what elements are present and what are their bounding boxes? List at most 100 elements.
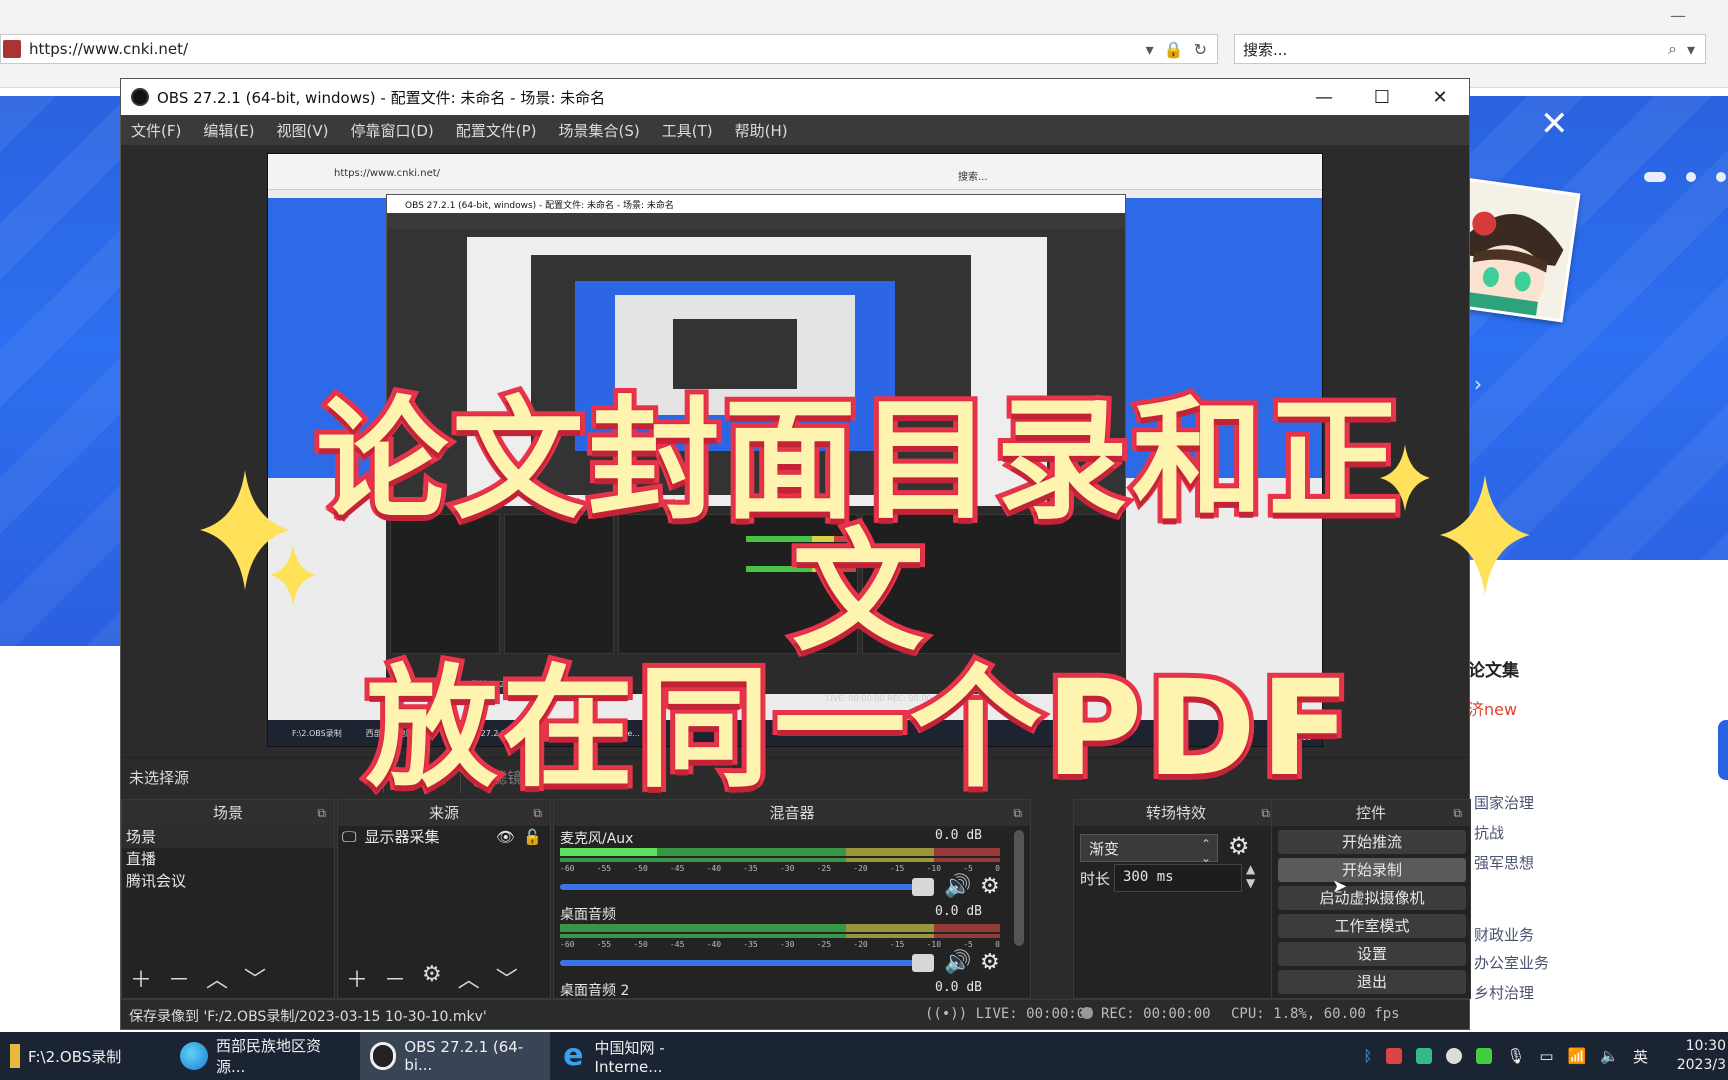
ime-indicator[interactable]: 英	[1633, 1046, 1648, 1067]
add-icon[interactable]: ＋	[130, 962, 152, 994]
bluetooth-icon[interactable]: ᛒ	[1363, 1047, 1372, 1065]
volume-icon[interactable]: 🔈	[1600, 1047, 1619, 1065]
gear-icon[interactable]: ⚙	[1228, 832, 1250, 860]
move-up-icon[interactable]: ︿	[206, 962, 228, 994]
menu-scene-collection[interactable]: 场景集合(S)	[559, 120, 640, 141]
start-virtual-camera-button[interactable]: 启动虚拟摄像机	[1278, 886, 1466, 910]
scenes-header[interactable]: 场景 ⧉	[122, 800, 334, 826]
search-placeholder[interactable]: 搜索...	[1243, 39, 1668, 60]
monitor-icon: 🖵	[342, 828, 357, 846]
scene-item[interactable]: 直播	[122, 848, 334, 870]
carousel-next-icon[interactable]: ›	[1474, 372, 1482, 396]
address-bar[interactable]: https://www.cnki.net/ ▾ 🔒 ↻	[0, 34, 1218, 64]
speaker-icon[interactable]: 🔊	[944, 950, 971, 975]
gear-icon[interactable]: ⚙	[422, 962, 442, 994]
taskbar-edge[interactable]: 西部民族地区资源...	[170, 1032, 360, 1080]
volume-slider[interactable]	[560, 884, 932, 890]
lock-icon[interactable]: 🔓	[523, 826, 542, 848]
wifi-icon[interactable]: 📶	[1568, 1047, 1587, 1065]
start-streaming-button[interactable]: 开始推流	[1278, 830, 1466, 854]
volume-slider-handle[interactable]	[912, 878, 934, 896]
hero-close-icon[interactable]: ✕	[1540, 104, 1569, 144]
move-down-icon[interactable]: ﹀	[496, 962, 518, 994]
carousel-dot[interactable]	[1686, 172, 1696, 182]
browser-minimize-button[interactable]: —	[1670, 6, 1686, 25]
move-up-icon[interactable]: ︿	[458, 962, 480, 994]
address-url[interactable]: https://www.cnki.net/	[29, 40, 1146, 58]
spinner-icon: ⌃ ⌄	[1200, 837, 1211, 865]
dropdown-arrow-icon[interactable]: ▾	[1146, 40, 1154, 59]
side-item[interactable]: 财政业务	[1474, 924, 1534, 945]
browser-search-box[interactable]: 搜索... ⌕ ▾	[1234, 34, 1706, 64]
menu-edit[interactable]: 编辑(E)	[203, 120, 254, 141]
carousel-dot[interactable]	[1716, 172, 1726, 182]
taskbar-obs[interactable]: OBS 27.2.1 (64-bi...	[360, 1032, 550, 1080]
menu-docks[interactable]: 停靠窗口(D)	[351, 120, 434, 141]
taskbar-explorer[interactable]: F:\2.OBS录制	[0, 1032, 170, 1080]
scene-item[interactable]: 场景	[122, 826, 334, 848]
tick: -45	[669, 940, 685, 949]
source-item[interactable]: 🖵 显示器采集 👁 🔓	[338, 826, 550, 848]
app-tray-icon[interactable]	[1416, 1048, 1433, 1064]
clock[interactable]: 10:30 2023/3	[1662, 1037, 1726, 1075]
search-dropdown-icon[interactable]: ▾	[1687, 40, 1695, 59]
close-button[interactable]: ✕	[1411, 87, 1469, 108]
taskbar-ie[interactable]: e 中国知网 - Interne...	[550, 1032, 740, 1080]
side-item[interactable]: 抗战	[1474, 822, 1504, 843]
cnki-favicon-icon	[3, 40, 21, 58]
undock-icon[interactable]: ⧉	[317, 800, 326, 826]
menu-help[interactable]: 帮助(H)	[735, 120, 788, 141]
volume-slider[interactable]	[560, 960, 932, 966]
sources-dock: 来源 ⧉ 🖵 显示器采集 👁 🔓 ＋ － ⚙ ︿ ﹀	[337, 799, 551, 999]
refresh-icon[interactable]: ↻	[1194, 40, 1207, 59]
duration-stepper-icon[interactable]: ▲ ▼	[1246, 862, 1255, 890]
tick: -35	[743, 864, 758, 873]
remove-icon[interactable]: －	[168, 962, 190, 994]
maximize-button[interactable]: ☐	[1353, 87, 1411, 108]
move-down-icon[interactable]: ﹀	[244, 962, 266, 994]
app-tray-icon[interactable]	[1476, 1048, 1493, 1064]
scene-item[interactable]: 腾讯会议	[122, 870, 334, 892]
eye-icon[interactable]: 👁	[496, 826, 515, 848]
minimize-button[interactable]: —	[1295, 87, 1353, 108]
obs-title-bar[interactable]: OBS 27.2.1 (64-bit, windows) - 配置文件: 未命名…	[121, 79, 1469, 115]
floating-side-tab[interactable]	[1718, 720, 1728, 780]
preview-obs-title: OBS 27.2.1 (64-bit, windows) - 配置文件: 未命名…	[387, 195, 1125, 213]
transition-select[interactable]: 渐变 ⌃ ⌄	[1080, 834, 1218, 865]
mixer-scrollbar[interactable]	[1014, 830, 1024, 946]
carousel-dots[interactable]	[1644, 172, 1726, 182]
menu-file[interactable]: 文件(F)	[131, 120, 181, 141]
menu-view[interactable]: 视图(V)	[277, 120, 329, 141]
side-item[interactable]: 国家治理	[1474, 792, 1534, 813]
sources-toolbar: ＋ － ⚙ ︿ ﹀	[346, 962, 518, 994]
security-icon[interactable]	[1386, 1048, 1403, 1064]
volume-slider-handle[interactable]	[912, 954, 934, 972]
gear-icon[interactable]: ⚙	[980, 950, 1000, 975]
microphone-icon[interactable]: 🎙	[1506, 1047, 1525, 1065]
broadcast-icon: ((•))	[925, 1006, 968, 1022]
duration-field[interactable]: 300 ms	[1114, 864, 1242, 892]
side-item[interactable]: 强军思想	[1474, 852, 1534, 873]
vu-level	[560, 848, 657, 856]
search-icon[interactable]: ⌕	[1668, 39, 1677, 59]
start-recording-button[interactable]: 开始录制	[1278, 858, 1466, 882]
clock-date: 2023/3	[1676, 1057, 1726, 1073]
exit-button[interactable]: 退出	[1278, 970, 1466, 994]
settings-button[interactable]: 设置	[1278, 942, 1466, 966]
carousel-dot-active[interactable]	[1644, 172, 1666, 182]
speaker-icon[interactable]: 🔊	[944, 874, 971, 899]
obs-tray-icon[interactable]	[1446, 1048, 1463, 1064]
menu-profile[interactable]: 配置文件(P)	[456, 120, 537, 141]
gear-icon[interactable]: ⚙	[980, 874, 1000, 899]
add-icon[interactable]: ＋	[346, 962, 368, 994]
tick: 0	[995, 864, 1000, 873]
studio-mode-button[interactable]: 工作室模式	[1278, 914, 1466, 938]
undock-icon[interactable]: ⧉	[1453, 800, 1462, 826]
menu-tools[interactable]: 工具(T)	[662, 120, 713, 141]
tick: -30	[779, 940, 795, 949]
remove-icon[interactable]: －	[384, 962, 406, 994]
battery-icon[interactable]: ▭	[1539, 1047, 1553, 1065]
side-item[interactable]: 办公室业务	[1474, 952, 1549, 973]
collection-title[interactable]: 论文集	[1468, 656, 1519, 681]
side-item[interactable]: 乡村治理	[1474, 982, 1534, 1003]
